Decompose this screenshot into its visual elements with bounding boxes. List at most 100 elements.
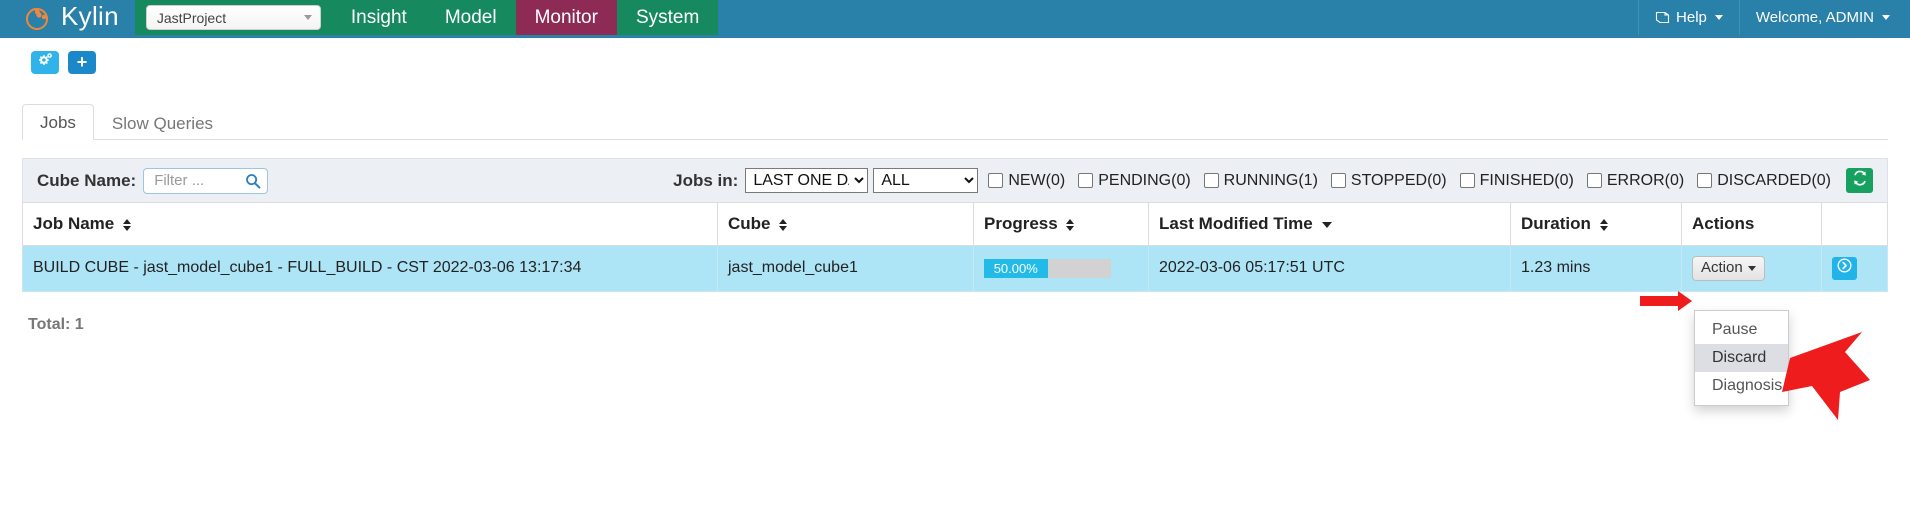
menu-item-diagnosis[interactable]: Diagnosis xyxy=(1695,372,1788,400)
column-header-actions: Actions xyxy=(1681,202,1822,246)
menu-item-pause[interactable]: Pause xyxy=(1695,316,1788,344)
jobs-in-group: Jobs in: LAST ONE DAY ALL NEW(0) PENDING… xyxy=(673,168,1873,193)
project-selector-value: JastProject xyxy=(156,9,227,26)
cube-name-label: Cube Name: xyxy=(37,170,137,190)
tab-jobs[interactable]: Jobs xyxy=(22,104,94,140)
cell-duration: 1.23 mins xyxy=(1510,245,1682,292)
total-count-label: Total: 1 xyxy=(28,315,84,333)
column-header-progress[interactable]: Progress xyxy=(973,202,1149,246)
checkbox-box[interactable] xyxy=(1697,173,1713,188)
checkbox-box[interactable] xyxy=(988,173,1004,188)
chevron-right-circle-icon xyxy=(1837,258,1852,278)
status-label: DISCARDED(0) xyxy=(1717,171,1831,189)
time-range-select[interactable]: LAST ONE DAY xyxy=(745,168,869,193)
nav-item-system[interactable]: System xyxy=(616,0,719,35)
column-header-last-modified-time[interactable]: Last Modified Time xyxy=(1148,202,1511,246)
checkbox-box[interactable] xyxy=(1203,173,1219,188)
tabs-wrap: Jobs Slow Queries xyxy=(22,102,1888,140)
sort-icon[interactable] xyxy=(1066,218,1075,231)
add-button[interactable]: + xyxy=(68,51,96,74)
arrow-pointing-to-discard-menu-item xyxy=(1782,332,1870,420)
menu-item-discard[interactable]: Discard xyxy=(1695,344,1788,372)
nav-items: Insight Model Monitor System xyxy=(331,0,719,35)
status-label: STOPPED(0) xyxy=(1350,171,1447,189)
plus-icon: + xyxy=(76,51,88,72)
kylin-parrot-logo-icon xyxy=(22,5,52,31)
action-button-label: Action xyxy=(1701,259,1743,276)
cube-filter-box[interactable] xyxy=(143,167,269,194)
nav-item-insight[interactable]: Insight xyxy=(331,0,426,35)
user-label: Welcome, ADMIN xyxy=(1755,9,1874,26)
status-checkbox-pending[interactable]: PENDING(0) xyxy=(1078,171,1191,190)
navbar-right: Help Welcome, ADMIN xyxy=(1638,0,1910,35)
action-toolbar: + xyxy=(0,38,1910,74)
column-label: Duration xyxy=(1521,214,1591,233)
job-type-select[interactable]: ALL xyxy=(873,168,979,193)
nav-item-monitor[interactable]: Monitor xyxy=(515,0,617,35)
project-selector-wrap: JastProject xyxy=(134,0,332,35)
caret-down-icon xyxy=(1882,15,1890,20)
status-checkbox-stopped[interactable]: STOPPED(0) xyxy=(1330,171,1447,190)
checkbox-box[interactable] xyxy=(1586,173,1602,188)
chevron-down-icon xyxy=(303,15,312,20)
status-label: PENDING(0) xyxy=(1098,171,1191,189)
status-checkbox-finished[interactable]: FINISHED(0) xyxy=(1459,171,1574,190)
project-selector[interactable]: JastProject xyxy=(145,5,321,30)
column-header-duration[interactable]: Duration xyxy=(1510,202,1682,246)
sort-icon[interactable] xyxy=(122,218,132,231)
brand-title: Kylin xyxy=(61,1,119,31)
help-label: Help xyxy=(1676,9,1707,26)
sort-desc-icon[interactable] xyxy=(1322,221,1333,228)
settings-button[interactable] xyxy=(31,51,59,74)
brand[interactable]: Kylin xyxy=(0,0,135,35)
caret-down-icon xyxy=(1747,265,1756,271)
column-label: Last Modified Time xyxy=(1159,214,1313,233)
cell-progress: 50.00% xyxy=(973,245,1149,292)
sort-icon[interactable] xyxy=(1599,218,1609,231)
cell-cube: jast_model_cube1 xyxy=(717,245,974,292)
job-step-detail-button[interactable] xyxy=(1832,256,1857,280)
book-icon xyxy=(1655,11,1670,24)
cell-last-modified-time: 2022-03-06 05:17:51 UTC xyxy=(1148,245,1511,292)
tabs: Jobs Slow Queries xyxy=(22,102,1888,140)
action-button[interactable]: Action xyxy=(1692,256,1765,281)
checkbox-box[interactable] xyxy=(1078,173,1094,188)
status-checkbox-new[interactable]: NEW(0) xyxy=(988,172,1065,190)
column-label: Job Name xyxy=(33,214,115,233)
tab-slow-queries[interactable]: Slow Queries xyxy=(94,105,231,140)
user-menu[interactable]: Welcome, ADMIN xyxy=(1738,0,1910,35)
refresh-icon xyxy=(1852,170,1868,191)
progress-label: 50.00% xyxy=(993,260,1038,276)
column-header-cube[interactable]: Cube xyxy=(717,202,974,246)
search-input[interactable] xyxy=(152,171,246,190)
refresh-button[interactable] xyxy=(1846,168,1873,193)
nav-item-model[interactable]: Model xyxy=(425,0,516,35)
table-row[interactable]: BUILD CUBE - jast_model_cube1 - FULL_BUI… xyxy=(22,245,1888,292)
table-header-row: Job Name Cube Progress Last Modified Tim… xyxy=(22,202,1888,246)
column-label: Progress xyxy=(984,214,1058,233)
navbar-spacer xyxy=(718,0,1639,35)
help-menu[interactable]: Help xyxy=(1638,0,1739,35)
action-dropdown-menu: Pause Discard Diagnosis xyxy=(1694,310,1789,406)
status-checkbox-running[interactable]: RUNNING(1) xyxy=(1203,171,1318,190)
status-checkbox-discarded[interactable]: DISCARDED(0) xyxy=(1697,172,1831,190)
checkbox-box[interactable] xyxy=(1330,173,1346,188)
jobs-table-wrap: Job Name Cube Progress Last Modified Tim… xyxy=(22,202,1888,292)
column-header-extra xyxy=(1821,202,1888,246)
status-label: RUNNING(1) xyxy=(1223,171,1318,189)
column-header-job-name[interactable]: Job Name xyxy=(22,202,718,246)
arrow-pointing-to-action-button xyxy=(1640,291,1692,311)
checkbox-box[interactable] xyxy=(1459,173,1475,188)
cell-job-name: BUILD CUBE - jast_model_cube1 - FULL_BUI… xyxy=(22,245,718,292)
cell-drilldown xyxy=(1821,245,1888,292)
status-label: NEW(0) xyxy=(1008,171,1066,189)
status-checkbox-group: NEW(0) PENDING(0) RUNNING(1) STOPPED(0) … xyxy=(988,172,1844,190)
progress-bar-fill: 50.00% xyxy=(984,258,1048,278)
jobs-table: Job Name Cube Progress Last Modified Tim… xyxy=(22,202,1888,292)
sort-icon[interactable] xyxy=(779,218,788,231)
gears-icon xyxy=(37,52,53,73)
search-icon[interactable] xyxy=(245,173,261,189)
jobs-in-label: Jobs in: xyxy=(673,170,739,190)
status-checkbox-error[interactable]: ERROR(0) xyxy=(1586,172,1684,190)
status-label: FINISHED(0) xyxy=(1479,171,1574,189)
